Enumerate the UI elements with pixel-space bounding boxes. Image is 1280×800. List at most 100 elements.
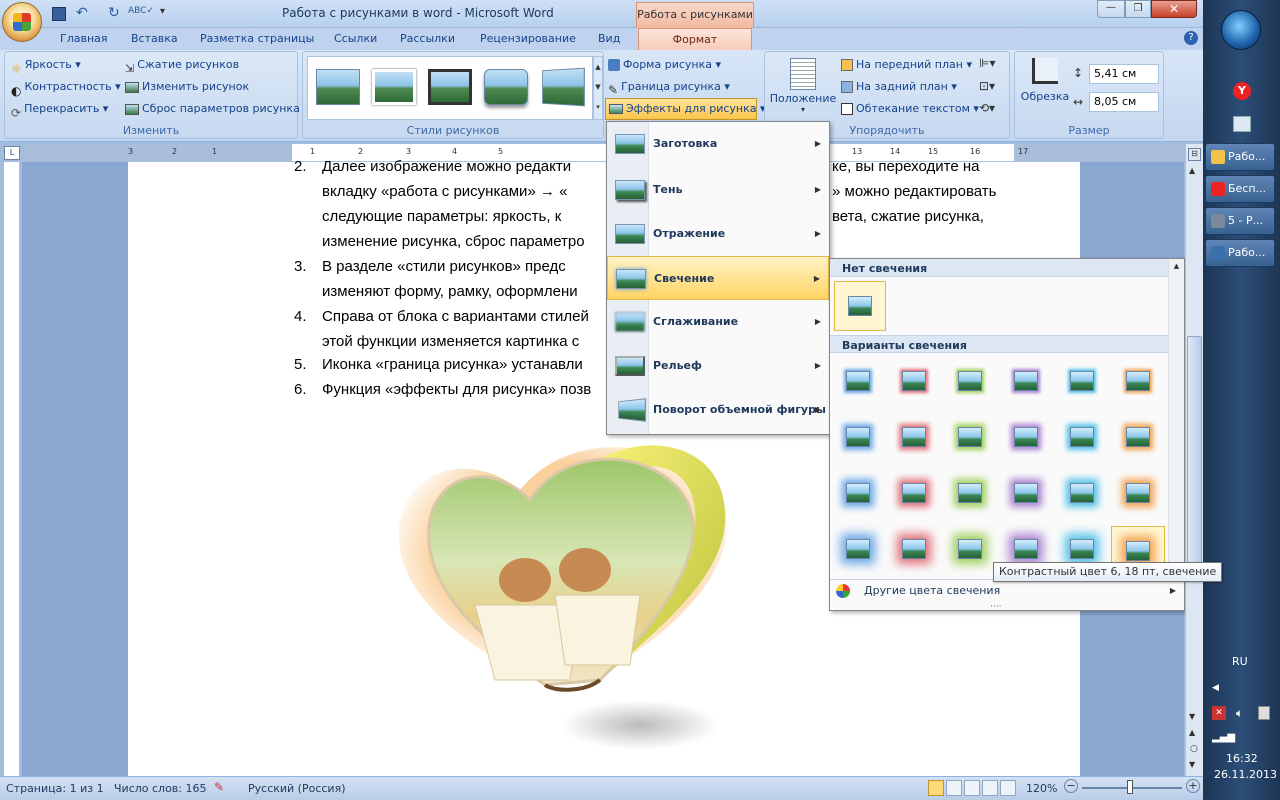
position-button[interactable]: Положение ▾ (769, 56, 837, 116)
scroll-down-icon[interactable]: ▼ (1189, 712, 1195, 721)
style-thumb-2[interactable] (372, 69, 416, 105)
draft-view-icon[interactable] (1000, 780, 1016, 796)
glow-variant-2-6[interactable] (1116, 419, 1160, 455)
view-buttons[interactable] (928, 780, 1018, 797)
browse-object-icon[interactable]: ○ (1190, 744, 1198, 754)
submenu-scrollbar[interactable]: ▲ ▼ (1168, 259, 1184, 579)
word-count[interactable]: Число слов: 165 (114, 782, 207, 795)
view-ruler-icon[interactable]: ⊟ (1188, 148, 1201, 161)
compress-button[interactable]: ⇲ Сжатие рисунков (125, 54, 239, 76)
reading-view-icon[interactable] (946, 780, 962, 796)
taskbar-item[interactable]: Рабо... (1205, 239, 1275, 267)
help-icon[interactable]: ? (1184, 31, 1198, 45)
glow-variant-4-1[interactable] (836, 531, 880, 567)
taskbar-item[interactable]: 5 - Р... (1205, 207, 1275, 235)
glow-variant-2-4[interactable] (1004, 419, 1048, 455)
glow-variant-3-1[interactable] (836, 475, 880, 511)
crop-button[interactable]: Обрезка (1017, 56, 1073, 116)
glow-variant-1-6[interactable] (1116, 363, 1160, 399)
tray-language[interactable]: RU (1232, 655, 1248, 668)
start-button[interactable] (1221, 10, 1261, 50)
tray-signal-icon[interactable]: ▂▄▆ (1212, 732, 1235, 743)
rotate-icon[interactable]: ⟲▾ (979, 101, 995, 115)
glow-variant-3-6[interactable] (1116, 475, 1160, 511)
web-layout-icon[interactable] (964, 780, 980, 796)
next-page-icon[interactable]: ▼ (1189, 760, 1195, 769)
ruler-toggle-button[interactable]: L (4, 146, 20, 160)
glow-variant-1-3[interactable] (948, 363, 992, 399)
page-count[interactable]: Страница: 1 из 1 (6, 782, 104, 795)
tab-review[interactable]: Рецензирование (480, 32, 576, 45)
taskbar-item[interactable]: Рабо... (1205, 143, 1275, 171)
menu-soft-edges[interactable]: Сглаживание ▶ (607, 300, 829, 344)
width-input[interactable]: 8,05 см (1089, 92, 1159, 112)
zoom-level[interactable]: 120% (1026, 782, 1057, 795)
reset-picture-button[interactable]: Сброс параметров рисунка (125, 98, 300, 120)
glow-variant-1-4[interactable] (1004, 363, 1048, 399)
glow-variant-2-5[interactable] (1060, 419, 1104, 455)
picture-shape-button[interactable]: Форма рисунка ▾ (608, 55, 721, 75)
heart-picture[interactable] (380, 430, 740, 700)
tray-power-icon[interactable] (1258, 706, 1270, 720)
no-glow-option[interactable] (834, 281, 886, 331)
glow-variant-1-1[interactable] (836, 363, 880, 399)
send-back-button[interactable]: На задний план ▾ (841, 76, 957, 98)
brightness-button[interactable]: ☼ Яркость ▾ (11, 54, 81, 76)
tray-date[interactable]: 26.11.2013 (1214, 768, 1277, 781)
scroll-thumb[interactable] (1187, 336, 1202, 568)
glow-variant-3-2[interactable] (892, 475, 936, 511)
glow-variant-2-2[interactable] (892, 419, 936, 455)
zoom-in-icon[interactable]: + (1186, 779, 1200, 793)
resize-grip[interactable]: ···· (990, 602, 1001, 612)
style-thumb-4[interactable] (484, 69, 528, 105)
proofing-icon[interactable]: ✎ (214, 780, 224, 794)
maximize-button[interactable]: ❐ (1125, 0, 1151, 18)
glow-variant-3-5[interactable] (1060, 475, 1104, 511)
tray-network-icon[interactable]: ✕ (1212, 706, 1226, 720)
tab-insert[interactable]: Вставка (131, 32, 178, 45)
tab-references[interactable]: Ссылки (334, 32, 377, 45)
vertical-ruler[interactable] (4, 162, 20, 776)
style-thumb-5[interactable] (542, 67, 585, 107)
minimize-button[interactable]: — (1097, 0, 1125, 18)
styles-gallery[interactable] (307, 56, 593, 120)
more-glow-colors[interactable]: Другие цвета свечения ▶ (830, 579, 1184, 601)
glow-variant-2-1[interactable] (836, 419, 880, 455)
explorer-pin-icon[interactable] (1233, 116, 1251, 132)
redo-icon[interactable]: ↻ (108, 5, 120, 21)
spelling-icon[interactable]: ABC✓ (128, 6, 154, 16)
horizontal-ruler[interactable]: 3 2 1 1 2 3 4 5 13 14 15 16 17 (24, 144, 1184, 162)
glow-variant-4-3[interactable] (948, 531, 992, 567)
undo-icon[interactable]: ↶ (76, 5, 88, 21)
prev-page-icon[interactable]: ▲ (1189, 728, 1195, 737)
gallery-scroll[interactable]: ▲ ▼ ▾ (593, 56, 603, 120)
menu-preset[interactable]: Заготовка ▶ (607, 122, 829, 166)
close-button[interactable]: ✕ (1151, 0, 1197, 18)
glow-variant-3-4[interactable] (1004, 475, 1048, 511)
align-icon[interactable]: ⊫▾ (979, 56, 995, 70)
menu-shadow[interactable]: Тень ▶ (607, 168, 829, 212)
glow-variant-2-3[interactable] (948, 419, 992, 455)
zoom-out-icon[interactable]: − (1064, 779, 1078, 793)
text-wrap-button[interactable]: Обтекание текстом ▾ (841, 98, 979, 120)
menu-reflection[interactable]: Отражение ▶ (607, 212, 829, 256)
group-objects-icon[interactable]: ⊡▾ (979, 79, 995, 93)
glow-variant-4-2[interactable] (892, 531, 936, 567)
tab-mailings[interactable]: Рассылки (400, 32, 455, 45)
tray-volume-icon[interactable]: 🔈︎ (1236, 706, 1243, 721)
tab-view[interactable]: Вид (598, 32, 620, 45)
tab-home[interactable]: Главная (60, 32, 108, 45)
outline-view-icon[interactable] (982, 780, 998, 796)
glow-variant-3-3[interactable] (948, 475, 992, 511)
height-input[interactable]: 5,41 см (1089, 64, 1159, 84)
glow-variant-1-5[interactable] (1060, 363, 1104, 399)
menu-3d-rotation[interactable]: Поворот объемной фигуры ▶ (607, 388, 829, 432)
style-thumb-1[interactable] (316, 69, 360, 105)
customize-qat-icon[interactable]: ▾ (160, 6, 165, 17)
tab-format[interactable]: Формат (638, 28, 752, 51)
recolor-button[interactable]: ⟳ Перекрасить ▾ (11, 98, 108, 120)
picture-effects-button[interactable]: Эффекты для рисунка ▾ (605, 98, 766, 120)
bring-front-button[interactable]: На передний план ▾ (841, 54, 972, 76)
yandex-pin-icon[interactable]: Y (1233, 82, 1251, 100)
language-status[interactable]: Русский (Россия) (248, 782, 346, 795)
